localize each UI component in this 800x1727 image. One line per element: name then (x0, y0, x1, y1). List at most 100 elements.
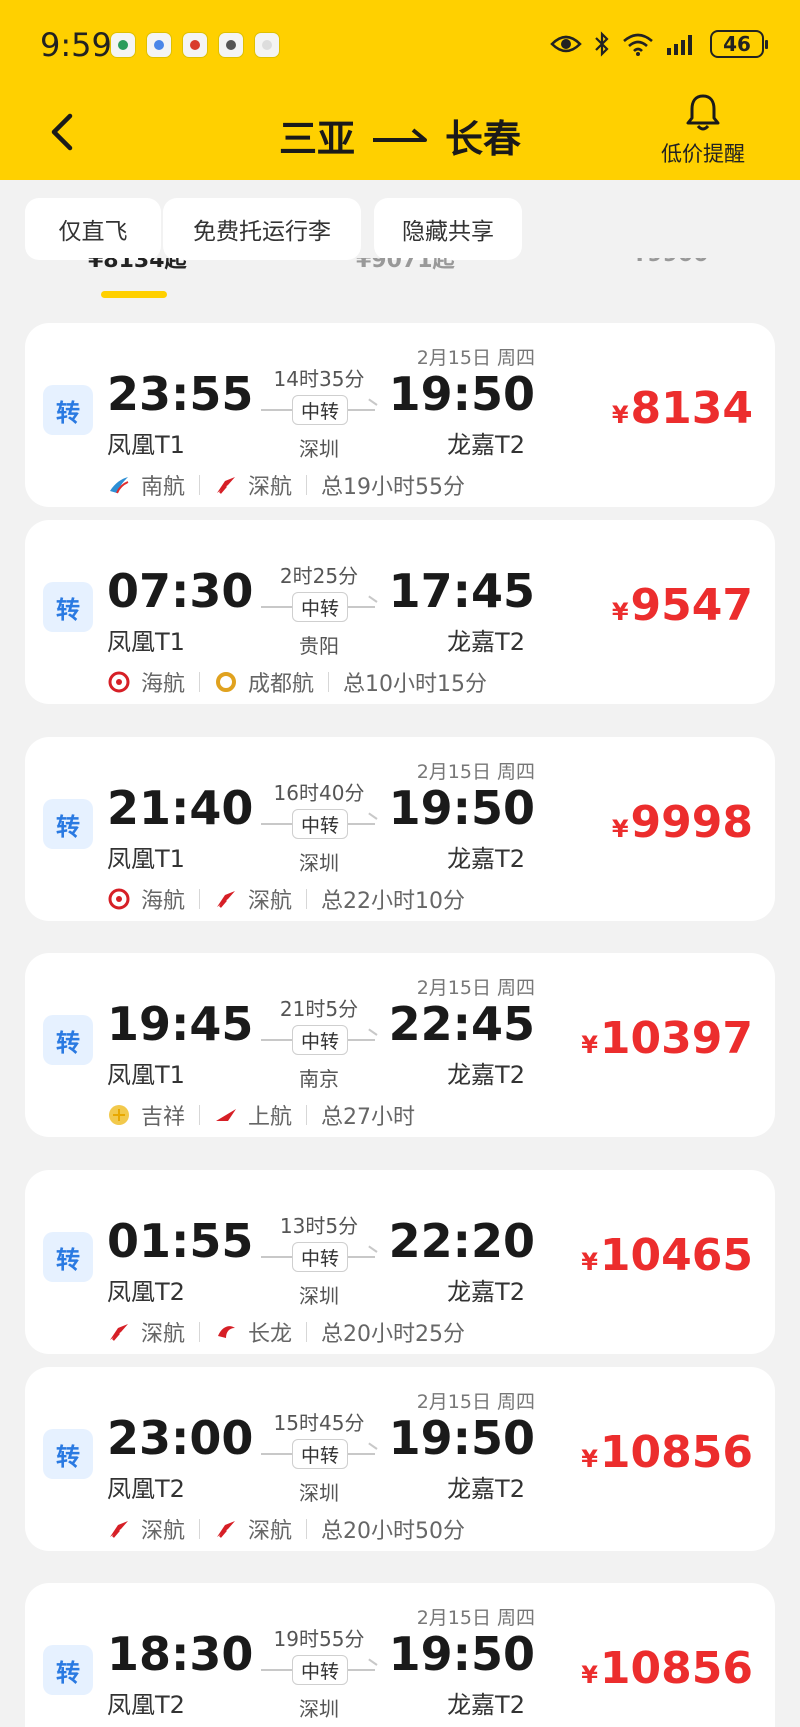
separator (306, 889, 308, 909)
stop-city: 贵阳 (299, 634, 339, 658)
arrival-time: 22:20 (388, 1214, 535, 1268)
stop-duration: 2时25分 (279, 564, 359, 588)
route-arrow-icon (373, 127, 427, 142)
departure-airport: 凤凰T2 (107, 1691, 185, 1719)
total-duration: 总27小时 (321, 1105, 416, 1130)
app-notification-icon (182, 32, 208, 58)
flight-card[interactable]: 转 07:30 凤凰T1 2时25分 中转 贵阳 17:45 龙嘉T2 ¥954… (25, 520, 775, 704)
arrival-airport: 龙嘉T2 (447, 1691, 525, 1719)
airline-info: 海航 深航 总22小时10分 (107, 883, 465, 915)
total-duration: 总22小时10分 (321, 889, 466, 914)
arrival-airport: 龙嘉T2 (447, 1061, 525, 1089)
flight-price: ¥10856 (581, 1643, 753, 1694)
separator (306, 1519, 308, 1539)
price-alert-button[interactable]: 低价提醒 (638, 92, 768, 168)
transfer-tag: 中转 (292, 1242, 348, 1272)
separator (199, 889, 201, 909)
status-time: 9:59 (40, 26, 112, 64)
departure-airport: 凤凰T2 (107, 1278, 185, 1306)
separator (328, 672, 330, 692)
total-duration: 总19小时55分 (321, 475, 466, 500)
arrival-date: 2月15日 周四 (416, 977, 535, 999)
filter-direct-only[interactable]: 仅直飞 (25, 198, 161, 260)
currency-symbol: ¥ (611, 598, 629, 626)
shenzhen-airlines-icon (107, 1517, 131, 1541)
stop-duration: 15时45分 (273, 1411, 365, 1435)
wifi-icon (623, 33, 653, 56)
total-duration: 总20小时25分 (321, 1322, 466, 1347)
price-tab[interactable]: ¥9900 (632, 258, 709, 267)
transfer-badge: 转 (43, 1429, 93, 1479)
filter-free-baggage[interactable]: 免费托运行李 (163, 198, 361, 260)
separator (306, 1105, 308, 1125)
price-value: 10856 (599, 1427, 753, 1478)
airline-name: 南航 (141, 475, 186, 500)
active-tab-indicator (101, 291, 167, 298)
arrival-date: 2月15日 周四 (416, 347, 535, 369)
airline-name: 深航 (248, 1519, 293, 1544)
stop-duration: 16时40分 (273, 781, 365, 805)
currency-symbol: ¥ (581, 1445, 598, 1473)
notification-icons (110, 32, 280, 58)
airline-name: 成都航 (248, 672, 315, 697)
transfer-tag: 中转 (292, 1025, 348, 1055)
transfer-tag: 中转 (292, 592, 348, 622)
app-notification-icon (254, 32, 280, 58)
flight-card[interactable]: 转 23:00 凤凰T2 15时45分 中转 深圳 2月15日 周四 19:50… (25, 1367, 775, 1551)
airline-info: 吉祥 上航 总27小时 (107, 1099, 415, 1131)
flight-card[interactable]: 转 21:40 凤凰T1 16时40分 中转 深圳 2月15日 周四 19:50… (25, 737, 775, 921)
airline-name: 深航 (248, 889, 293, 914)
departure-time: 23:55 (107, 367, 254, 421)
arrival-date: 2月15日 周四 (416, 1391, 535, 1413)
origin-city: 三亚 (278, 117, 355, 161)
transfer-tag: 中转 (292, 809, 348, 839)
airline-name: 海航 (141, 889, 186, 914)
arrival-time: 19:50 (388, 1627, 535, 1681)
price-tab[interactable]: ¥8134起 (88, 258, 187, 274)
price-value: 10856 (599, 1643, 753, 1694)
airline-name: 海航 (141, 672, 186, 697)
flight-price: ¥10397 (581, 1013, 753, 1064)
flight-price: ¥8134 (612, 383, 753, 434)
stop-city: 深圳 (299, 1697, 339, 1721)
flight-card[interactable]: 转 19:45 凤凰T1 21时5分 中转 南京 2月15日 周四 22:45 … (25, 953, 775, 1137)
southern-airlines-icon (107, 473, 131, 497)
battery-indicator: 46 (710, 30, 768, 58)
stop-duration: 19时55分 (273, 1627, 365, 1651)
filter-hide-codeshare[interactable]: 隐藏共享 (374, 198, 522, 260)
stop-duration: 14时35分 (273, 367, 365, 391)
transfer-tag: 中转 (292, 1655, 348, 1685)
arrival-airport: 龙嘉T2 (447, 1475, 525, 1503)
price-value: 9547 (630, 580, 753, 631)
price-value: 10465 (599, 1230, 753, 1281)
separator (306, 1322, 308, 1342)
shenzhen-airlines-icon (214, 887, 238, 911)
arrival-time: 22:45 (388, 997, 535, 1051)
price-tab[interactable]: ¥9071起 (356, 258, 455, 274)
arrival-date: 2月15日 周四 (416, 1607, 535, 1629)
arrival-airport: 龙嘉T2 (447, 845, 525, 873)
flight-card[interactable]: 转 18:30 凤凰T2 19时55分 中转 深圳 2月15日 周四 19:50… (25, 1583, 775, 1727)
transfer-badge: 转 (43, 1232, 93, 1282)
price-value: 9998 (630, 797, 753, 848)
price-alert-label: 低价提醒 (661, 142, 745, 166)
arrival-time: 19:50 (388, 1411, 535, 1465)
departure-time: 19:45 (107, 997, 254, 1051)
juneyao-airlines-icon (107, 1103, 131, 1127)
arrival-airport: 龙嘉T2 (447, 628, 525, 656)
departure-time: 07:30 (107, 564, 254, 618)
filter-bar: 仅直飞 免费托运行李 隐藏共享 (0, 180, 800, 270)
bluetooth-icon (595, 31, 609, 57)
departure-airport: 凤凰T1 (107, 845, 185, 873)
flight-card[interactable]: 转 01:55 凤凰T2 13时5分 中转 深圳 22:20 龙嘉T2 ¥104… (25, 1170, 775, 1354)
chengdu-airlines-icon (214, 670, 238, 694)
airline-name: 吉祥 (141, 1105, 186, 1130)
flight-price: ¥10856 (581, 1427, 753, 1478)
currency-symbol: ¥ (581, 1661, 598, 1689)
flight-card[interactable]: 转 23:55 凤凰T1 14时35分 中转 深圳 2月15日 周四 19:50… (25, 323, 775, 507)
transfer-badge: 转 (43, 1015, 93, 1065)
destination-city: 长春 (445, 117, 522, 161)
separator (199, 1322, 201, 1342)
shenzhen-airlines-icon (214, 473, 238, 497)
transfer-tag: 中转 (292, 1439, 348, 1469)
